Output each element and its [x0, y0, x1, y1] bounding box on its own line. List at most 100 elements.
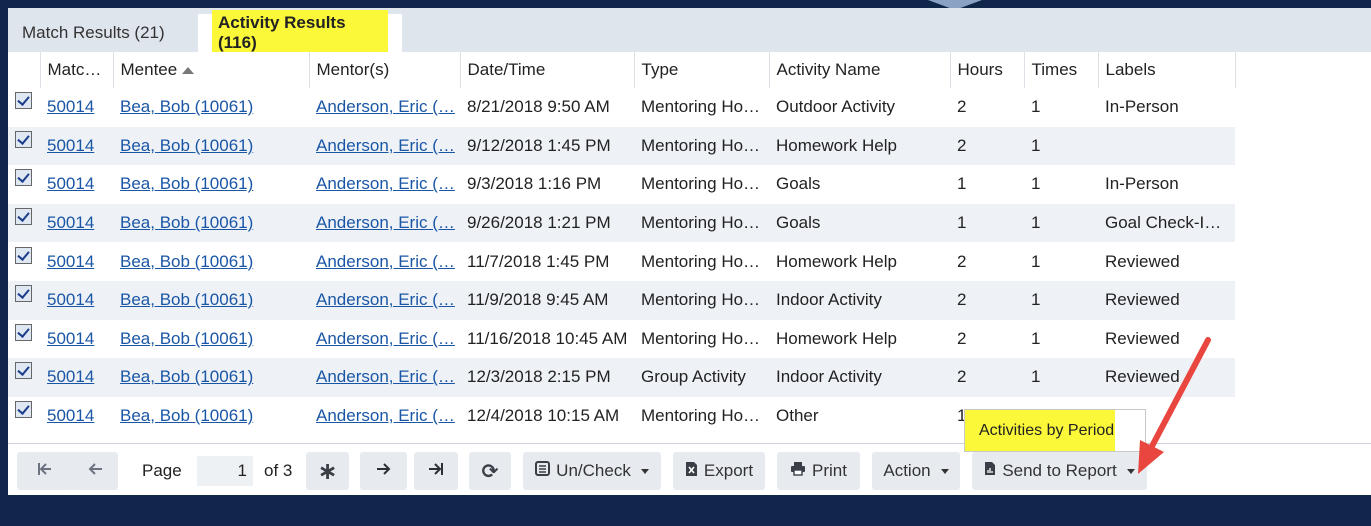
mentee-link[interactable]: Bea, Bob (10061) [120, 252, 253, 271]
mentee-link[interactable]: Bea, Bob (10061) [120, 97, 253, 116]
mentor-link[interactable]: Anderson, Eric (… [316, 97, 455, 116]
cell-times: 1 [1031, 97, 1041, 117]
col-hours[interactable]: Hours [950, 52, 1025, 88]
row-checkbox[interactable] [15, 323, 32, 341]
col-mentee-label: Mentee [120, 60, 178, 79]
page-number-input[interactable] [197, 456, 253, 486]
table-row[interactable]: 50014 Bea, Bob (10061) Anderson, Eric (… 11… [8, 320, 1235, 359]
match-link[interactable]: 50014 [47, 290, 94, 309]
mentee-link[interactable]: Bea, Bob (10061) [120, 290, 253, 309]
match-link[interactable]: 50014 [47, 367, 94, 386]
mentee-link[interactable]: Bea, Bob (10061) [120, 329, 253, 348]
table-row[interactable]: 50014 Bea, Bob (10061) Anderson, Eric (… 8/… [8, 88, 1235, 127]
activity-grid: Matc… Mentee Mentor(s) Date/Time Type Ac… [8, 52, 1371, 443]
col-activity-name[interactable]: Activity Name [769, 52, 951, 88]
mentor-link[interactable]: Anderson, Eric (… [316, 367, 455, 386]
row-checkbox-cell[interactable] [8, 242, 40, 281]
match-link[interactable]: 50014 [47, 136, 94, 155]
cell-mentor: Anderson, Eric (… [309, 165, 460, 204]
match-link[interactable]: 50014 [47, 213, 94, 232]
next-page-button[interactable] [360, 452, 407, 490]
col-datetime[interactable]: Date/Time [460, 52, 635, 88]
row-checkbox[interactable] [15, 130, 32, 148]
match-link[interactable]: 50014 [47, 252, 94, 271]
match-link[interactable]: 50014 [47, 174, 94, 193]
prev-page-button[interactable] [71, 452, 118, 490]
row-checkbox[interactable] [15, 208, 32, 226]
cell-mentee: Bea, Bob (10061) [113, 88, 309, 127]
col-type[interactable]: Type [634, 52, 770, 88]
row-checkbox[interactable] [15, 92, 32, 110]
tab-match-results[interactable]: Match Results (21) [8, 14, 188, 52]
cell-match: 50014 [40, 126, 113, 166]
col-labels[interactable]: Labels [1098, 52, 1236, 88]
mentor-link[interactable]: Anderson, Eric (… [316, 329, 455, 348]
cell-activity: Homework Help [776, 328, 897, 348]
top-bar [0, 0, 1371, 8]
print-label: Print [812, 461, 847, 480]
match-link[interactable]: 50014 [47, 97, 94, 116]
col-mentee[interactable]: Mentee [113, 52, 310, 88]
cell-hours: 1 [950, 203, 1024, 243]
last-page-button[interactable] [414, 452, 458, 490]
row-checkbox-cell[interactable] [8, 358, 40, 397]
row-checkbox[interactable] [15, 362, 32, 380]
match-link[interactable]: 50014 [47, 406, 94, 425]
send-to-report-label: Send to Report [1002, 461, 1117, 480]
col-match[interactable]: Matc… [40, 52, 114, 88]
row-checkbox[interactable] [15, 246, 32, 264]
tab-activity-results[interactable]: Activity Results (116) [198, 10, 402, 56]
row-checkbox-cell[interactable] [8, 126, 40, 166]
mentor-link[interactable]: Anderson, Eric (… [316, 290, 455, 309]
col-times[interactable]: Times [1024, 52, 1099, 88]
report-tooltip[interactable]: Activities by Period [964, 409, 1146, 452]
mentee-link[interactable]: Bea, Bob (10061) [120, 136, 253, 155]
all-rows-button[interactable]: ∗ [306, 452, 349, 490]
cell-datetime: 12/4/2018 10:15 AM [467, 406, 620, 426]
uncheck-label: Un/Check [556, 461, 631, 480]
row-checkbox-cell[interactable] [8, 165, 40, 204]
match-link[interactable]: 50014 [47, 329, 94, 348]
export-button[interactable]: Export [673, 452, 765, 490]
uncheck-button[interactable]: Un/Check [523, 452, 661, 490]
row-checkbox-cell[interactable] [8, 320, 40, 359]
table-row[interactable]: 50014 Bea, Bob (10061) Anderson, Eric (… 9/… [8, 126, 1235, 166]
mentee-link[interactable]: Bea, Bob (10061) [120, 367, 253, 386]
cell-labels: Reviewed [1098, 280, 1235, 320]
tab-bar: Match Results (21) Activity Results (116… [8, 8, 1371, 56]
mentee-link[interactable]: Bea, Bob (10061) [120, 174, 253, 193]
mentor-link[interactable]: Anderson, Eric (… [316, 406, 455, 425]
table-row[interactable]: 50014 Bea, Bob (10061) Anderson, Eric (… 9/… [8, 203, 1235, 243]
send-to-report-button[interactable]: Send to Report [972, 452, 1147, 490]
chevron-down-icon [940, 468, 949, 474]
col-select[interactable] [8, 52, 41, 88]
table-row[interactable]: 50014 Bea, Bob (10061) Anderson, Eric (… 11… [8, 242, 1235, 281]
sort-ascending-icon [182, 67, 195, 75]
mentor-link[interactable]: Anderson, Eric (… [316, 174, 455, 193]
cell-activity: Outdoor Activity [776, 97, 896, 117]
mentor-link[interactable]: Anderson, Eric (… [316, 136, 455, 155]
refresh-button[interactable]: ⟳ [469, 452, 511, 490]
row-checkbox[interactable] [15, 401, 32, 419]
mentee-link[interactable]: Bea, Bob (10061) [120, 213, 253, 232]
table-row[interactable]: 50014 Bea, Bob (10061) Anderson, Eric (… 9/… [8, 165, 1235, 204]
cell-datetime: 9/3/2018 1:16 PM [467, 174, 602, 194]
mentor-link[interactable]: Anderson, Eric (… [316, 252, 455, 271]
cell-datetime: 11/7/2018 1:45 PM [467, 251, 610, 271]
first-page-button[interactable] [17, 452, 73, 490]
table-row[interactable]: 50014 Bea, Bob (10061) Anderson, Eric (… 12… [8, 358, 1235, 397]
row-checkbox-cell[interactable] [8, 397, 40, 436]
mentee-link[interactable]: Bea, Bob (10061) [120, 406, 253, 425]
row-checkbox-cell[interactable] [8, 280, 40, 320]
action-button[interactable]: Action [872, 452, 960, 490]
row-checkbox-cell[interactable] [8, 88, 40, 127]
print-button[interactable]: Print [777, 452, 860, 490]
mentor-link[interactable]: Anderson, Eric (… [316, 213, 455, 232]
action-label: Action [883, 461, 931, 480]
row-checkbox[interactable] [15, 169, 32, 187]
row-checkbox[interactable] [15, 285, 32, 303]
col-mentor[interactable]: Mentor(s) [309, 52, 461, 88]
table-row[interactable]: 50014 Bea, Bob (10061) Anderson, Eric (… 11… [8, 280, 1235, 320]
row-checkbox-cell[interactable] [8, 203, 40, 243]
cell-times: 1 [1024, 358, 1098, 397]
